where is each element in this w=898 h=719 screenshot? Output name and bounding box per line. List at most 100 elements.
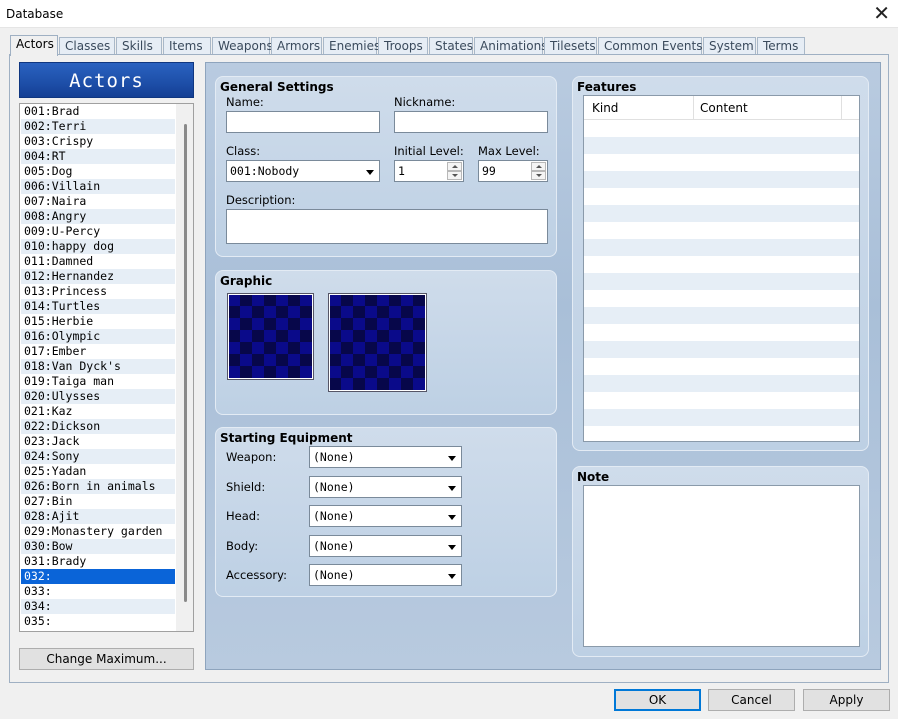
list-item[interactable]: 034: (21, 599, 175, 614)
list-item[interactable]: 013:Princess (21, 284, 175, 299)
tab-states[interactable]: States (429, 37, 473, 55)
equipment-slot-select[interactable]: (None) (309, 534, 462, 557)
initial-level-spin[interactable] (447, 162, 462, 180)
list-item[interactable]: 011:Damned (21, 254, 175, 269)
table-row[interactable] (584, 341, 859, 358)
tab-system[interactable]: System (703, 37, 756, 55)
list-item[interactable]: 031:Brady (21, 554, 175, 569)
list-item[interactable]: 029:Monastery garden (21, 524, 175, 539)
general-settings-group: General Settings Name: Nickname: Class: … (215, 76, 557, 257)
list-item[interactable]: 017:Ember (21, 344, 175, 359)
table-row[interactable] (584, 375, 859, 392)
list-item[interactable]: 001:Brad (21, 104, 175, 119)
table-row[interactable] (584, 256, 859, 273)
list-item[interactable]: 024:Sony (21, 449, 175, 464)
table-row[interactable] (584, 120, 859, 137)
initial-level-stepper[interactable]: 1 (394, 160, 464, 182)
note-textarea[interactable] (583, 485, 860, 647)
list-item[interactable]: 035: (21, 614, 175, 629)
scrollbar-thumb[interactable] (184, 124, 187, 602)
class-select[interactable]: 001:Nobody (226, 160, 380, 182)
spin-up-icon[interactable] (447, 162, 462, 171)
table-row[interactable] (584, 290, 859, 307)
apply-button[interactable]: Apply (803, 689, 890, 711)
list-item[interactable]: 005:Dog (21, 164, 175, 179)
tab-troops[interactable]: Troops (378, 37, 428, 55)
tab-armors[interactable]: Armors (271, 37, 322, 55)
list-item[interactable]: 004:RT (21, 149, 175, 164)
tab-actors[interactable]: Actors (10, 35, 58, 56)
table-row[interactable] (584, 205, 859, 222)
description-input[interactable] (226, 209, 548, 244)
list-item[interactable]: 010:happy dog (21, 239, 175, 254)
face-image[interactable] (227, 293, 314, 380)
list-item[interactable]: 018:Van Dyck's (21, 359, 175, 374)
list-item[interactable]: 008:Angry (21, 209, 175, 224)
table-row[interactable] (584, 358, 859, 375)
max-level-spin[interactable] (531, 162, 546, 180)
equipment-slot-select[interactable]: (None) (309, 446, 462, 468)
character-image[interactable] (328, 293, 427, 392)
tab-terms[interactable]: Terms (757, 37, 805, 55)
window-titlebar: Database ✕ (0, 0, 898, 28)
list-item[interactable]: 020:Ulysses (21, 389, 175, 404)
list-item[interactable]: 014:Turtles (21, 299, 175, 314)
list-item[interactable]: 025:Yadan (21, 464, 175, 479)
table-row[interactable] (584, 188, 859, 205)
equipment-slot-select[interactable]: (None) (309, 564, 462, 586)
table-row[interactable] (584, 307, 859, 324)
equipment-slot-select[interactable]: (None) (309, 475, 462, 498)
features-table[interactable]: Kind Content (583, 95, 860, 442)
list-item[interactable]: 022:Dickson (21, 419, 175, 434)
table-row[interactable] (584, 409, 859, 426)
tab-weapons[interactable]: Weapons (212, 37, 273, 55)
tab-items[interactable]: Items (163, 37, 211, 55)
list-item[interactable]: 021:Kaz (21, 404, 175, 419)
table-row[interactable] (584, 222, 859, 239)
list-item[interactable]: 028:Ajit (21, 509, 175, 524)
list-item[interactable]: 003:Crispy (21, 134, 175, 149)
list-item[interactable]: 015:Herbie (21, 314, 175, 329)
table-row[interactable] (584, 426, 859, 441)
list-item[interactable]: 019:Taiga man (21, 374, 175, 389)
equipment-slot-select[interactable]: (None) (309, 505, 462, 527)
ok-button[interactable]: OK (614, 689, 701, 711)
list-item[interactable]: 023:Jack (21, 434, 175, 449)
list-item[interactable]: 030:Bow (21, 539, 175, 554)
tab-common-events[interactable]: Common Events (598, 37, 703, 55)
table-row[interactable] (584, 137, 859, 154)
actor-list[interactable]: 001:Brad 002:Terri 003:Crispy 004:RT 005:Dog… (19, 103, 194, 632)
cancel-button[interactable]: Cancel (708, 689, 795, 711)
list-item[interactable]: 012:Hernandez (21, 269, 175, 284)
list-item[interactable]: 033: (21, 584, 175, 599)
spin-up-icon[interactable] (531, 162, 546, 171)
tab-skills[interactable]: Skills (116, 37, 162, 55)
list-item[interactable]: 006:Villain (21, 179, 175, 194)
close-icon[interactable]: ✕ (873, 2, 890, 24)
table-row[interactable] (584, 154, 859, 171)
list-item[interactable]: 016:Olympic (21, 329, 175, 344)
spin-down-icon[interactable] (447, 171, 462, 180)
list-item[interactable]: 009:U-Percy (21, 224, 175, 239)
tab-tilesets[interactable]: Tilesets (544, 37, 597, 55)
name-input[interactable] (226, 111, 380, 133)
spin-down-icon[interactable] (531, 171, 546, 180)
table-row[interactable] (584, 171, 859, 188)
list-item[interactable]: 026:Born in animals (21, 479, 175, 494)
starting-equipment-title: Starting Equipment (220, 431, 353, 445)
nickname-input[interactable] (394, 111, 548, 133)
list-item[interactable]: 027:Bin (21, 494, 175, 509)
list-item[interactable]: 007:Naira (21, 194, 175, 209)
tab-classes[interactable]: Classes (59, 37, 115, 55)
table-row[interactable] (584, 392, 859, 409)
list-scrollbar[interactable] (176, 104, 193, 631)
list-item[interactable]: 032: (21, 569, 175, 584)
max-level-stepper[interactable]: 99 (478, 160, 548, 182)
table-row[interactable] (584, 273, 859, 290)
table-row[interactable] (584, 239, 859, 256)
tab-animations[interactable]: Animations (474, 37, 547, 55)
tab-enemies[interactable]: Enemies (323, 37, 380, 55)
change-maximum-button[interactable]: Change Maximum... (19, 648, 194, 670)
list-item[interactable]: 002:Terri (21, 119, 175, 134)
table-row[interactable] (584, 324, 859, 341)
